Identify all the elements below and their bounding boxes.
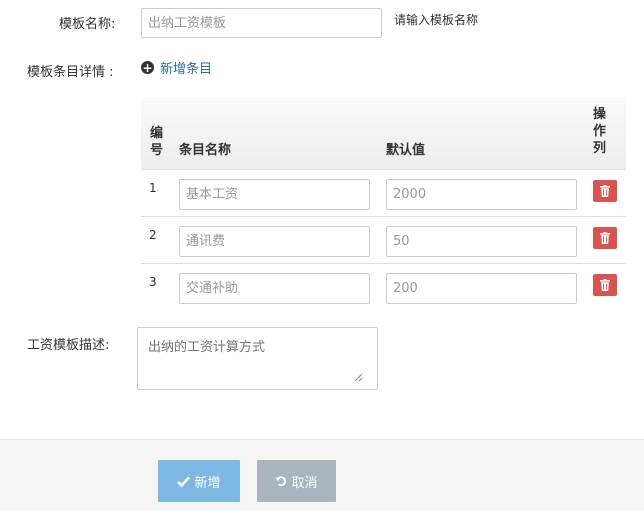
default-value-input[interactable] bbox=[386, 273, 577, 304]
trash-icon bbox=[600, 185, 610, 197]
header-default-value: 默认值 bbox=[386, 143, 426, 158]
delete-row-button[interactable] bbox=[593, 180, 617, 202]
resize-handle-icon[interactable] bbox=[354, 373, 363, 382]
description-label: 工资模板描述: bbox=[27, 338, 110, 353]
row-number: 2 bbox=[149, 228, 157, 242]
plus-circle-icon: + bbox=[141, 60, 154, 75]
items-table: 编 号 条目名称 默认值 操 作 列 1 2 bbox=[141, 97, 626, 311]
items-label: 模板条目详情 : bbox=[27, 65, 114, 80]
header-action: 操 作 列 bbox=[593, 107, 607, 156]
table-row: 1 bbox=[141, 170, 626, 217]
row-number: 1 bbox=[149, 181, 157, 195]
header-number: 编 号 bbox=[150, 126, 164, 158]
item-name-input[interactable] bbox=[179, 179, 370, 210]
check-icon bbox=[177, 476, 191, 487]
item-name-input[interactable] bbox=[179, 273, 370, 304]
undo-icon bbox=[275, 476, 287, 487]
default-value-input[interactable] bbox=[386, 226, 577, 257]
table-row: 2 bbox=[141, 217, 626, 264]
cancel-label: 取消 bbox=[291, 475, 318, 491]
delete-row-button[interactable] bbox=[593, 274, 617, 296]
delete-row-button[interactable] bbox=[593, 227, 617, 249]
submit-button[interactable]: 新增 bbox=[158, 460, 240, 502]
trash-icon bbox=[600, 232, 610, 244]
trash-icon bbox=[600, 279, 610, 291]
add-item-label: 新增条目 bbox=[160, 62, 213, 77]
row-number: 3 bbox=[149, 275, 157, 289]
cancel-button[interactable]: 取消 bbox=[257, 460, 336, 502]
submit-label: 新增 bbox=[194, 475, 221, 491]
template-name-input[interactable] bbox=[141, 8, 382, 38]
template-name-hint: 请输入模板名称 bbox=[394, 13, 479, 27]
header-item-name: 条目名称 bbox=[179, 143, 232, 158]
default-value-input[interactable] bbox=[386, 179, 577, 210]
item-name-input[interactable] bbox=[179, 226, 370, 257]
table-row: 3 bbox=[141, 264, 626, 311]
add-item-link[interactable]: + 新增条目 bbox=[141, 58, 212, 77]
description-textarea[interactable] bbox=[137, 327, 378, 390]
template-name-label: 模板名称: bbox=[59, 17, 116, 32]
form-footer: 新增 取消 bbox=[0, 439, 644, 511]
table-header: 编 号 条目名称 默认值 操 作 列 bbox=[141, 97, 626, 170]
